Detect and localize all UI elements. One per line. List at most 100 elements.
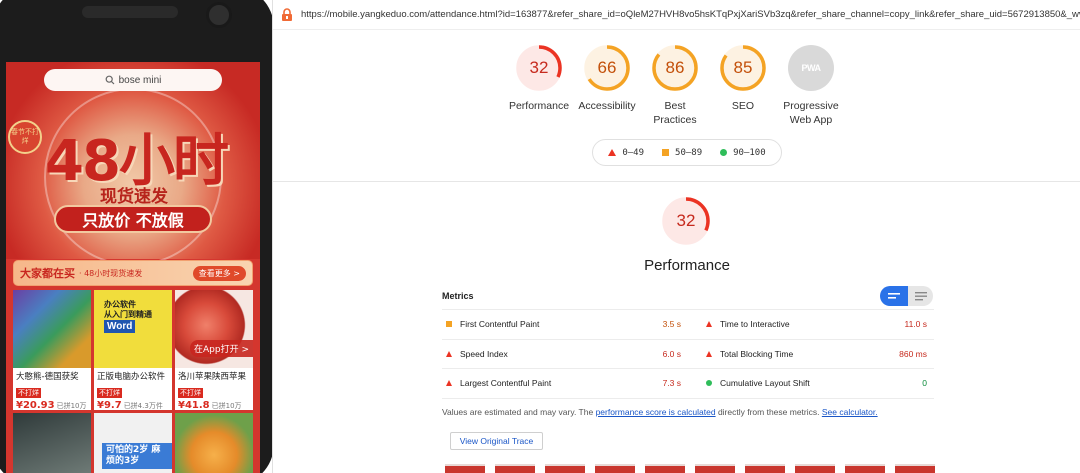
camera-icon	[206, 2, 232, 28]
filmstrip-frame	[895, 464, 935, 473]
product-sold-count: 已拼4.3万件	[123, 402, 163, 410]
score-legend: 0–49 50–89 90–100	[592, 139, 782, 166]
gauge-label: Best Practices	[653, 100, 697, 126]
product-image-oranges	[175, 413, 253, 473]
phone-speaker	[82, 6, 178, 18]
compact-view-button[interactable]	[880, 286, 908, 306]
product-grid: 大憨熊-德国获奖 不打烊 ¥20.93 已拼10万+件 办公软件从入门到精通 W…	[13, 290, 253, 410]
pwa-badge-icon: PWA	[788, 45, 834, 91]
filmstrip-frame	[645, 464, 685, 473]
gauge-label: Performance	[508, 100, 570, 112]
filmstrip-frame	[845, 464, 885, 473]
metric-speed-index[interactable]: Speed Index 6.0 s	[442, 340, 688, 369]
product-card[interactable]: 办公软件 从入门到精通 Word 正版电脑办公软件 不打烊 ¥9.7 已拼4.3万…	[94, 290, 172, 410]
legend-pass-range: 90–100	[733, 147, 766, 158]
metric-largest-contentful-paint[interactable]: Largest Contentful Paint 7.3 s	[442, 369, 688, 398]
banner-subline: 现货速发	[100, 187, 168, 207]
average-square-icon	[662, 149, 670, 156]
product-image-books	[13, 290, 91, 368]
product-card[interactable]: 在App打开 > 洛川苹果陕西苹果 不打烊 ¥41.8 已拼10万+件	[175, 290, 253, 410]
metrics-table: First Contentful Paint 3.5 s Time to Int…	[442, 309, 934, 399]
metric-label: Total Blocking Time	[720, 348, 794, 359]
gauge-seo[interactable]: 85 SEO	[709, 44, 777, 127]
product-card[interactable]	[175, 413, 253, 473]
product-image-phone	[13, 413, 91, 473]
product-card[interactable]: 可怕的2岁 麻烦的3岁	[94, 413, 172, 473]
metric-first-contentful-paint[interactable]: First Contentful Paint 3.5 s	[442, 310, 688, 339]
expanded-list-icon	[914, 291, 927, 300]
metric-label: First Contentful Paint	[460, 319, 540, 330]
metrics-row: Speed Index 6.0 s Total Blocking Time 86…	[442, 338, 934, 369]
metric-label: Cumulative Layout Shift	[720, 378, 810, 389]
product-price-row: ¥9.7 已拼4.3万件	[94, 400, 172, 410]
product-price: ¥9.7	[97, 400, 122, 410]
metric-time-to-interactive[interactable]: Time to Interactive 11.0 s	[688, 310, 934, 339]
legend-fail-range: 0–49	[622, 147, 645, 158]
filmstrip-frame	[595, 464, 635, 473]
metric-value: 6.0 s	[662, 348, 681, 359]
view-original-trace-button[interactable]: View Original Trace	[450, 432, 543, 450]
product-image-parenting-book: 可怕的2岁 麻烦的3岁	[94, 413, 172, 473]
metrics-view-toggle[interactable]	[880, 286, 933, 306]
metrics-row: Largest Contentful Paint 7.3 s Cumulativ…	[442, 368, 934, 398]
cover-text: 办公软件 从入门到精通	[104, 300, 152, 319]
gauge-score: 86	[665, 58, 685, 77]
product-image-apples: 在App打开 >	[175, 290, 253, 368]
see-calculator-link[interactable]: See calculator.	[822, 407, 878, 417]
metric-value: 7.3 s	[662, 378, 681, 389]
fail-triangle-icon	[706, 321, 712, 328]
gauge-best-practices[interactable]: 86 Best Practices	[641, 44, 709, 127]
score-calculated-link[interactable]: performance score is calculated	[596, 407, 716, 417]
pass-circle-icon	[720, 149, 728, 156]
page-url[interactable]: https://mobile.yangkeduo.com/attendance.…	[301, 9, 1080, 20]
gauge-label: SEO	[731, 100, 755, 112]
open-in-app-button[interactable]: 在App打开 >	[190, 340, 253, 357]
filmstrip	[445, 464, 935, 473]
product-title: 正版电脑办公软件	[97, 372, 166, 382]
filmstrip-frame	[545, 464, 585, 473]
metrics-row: First Contentful Paint 3.5 s Time to Int…	[442, 309, 934, 339]
screen-root: bose mini 春节不打烊 48小时 现货速发 只放价 不放假 大家都在买 …	[0, 0, 1080, 473]
filmstrip-frame	[695, 464, 735, 473]
rating-icon	[703, 380, 715, 387]
product-sold-count: 已拼10万+件	[211, 402, 242, 410]
gauge-accessibility[interactable]: 66 Accessibility	[573, 44, 641, 127]
performance-title: Performance	[644, 257, 730, 274]
metric-label: Time to Interactive	[720, 319, 790, 330]
gauge-performance[interactable]: 32 Performance	[505, 44, 573, 127]
search-bar[interactable]: bose mini	[44, 69, 222, 91]
product-tag: 不打烊	[16, 388, 41, 398]
product-price: ¥41.8	[178, 400, 210, 410]
phone-screen: bose mini 春节不打烊 48小时 现货速发 只放价 不放假 大家都在买 …	[6, 62, 260, 473]
promo-banner[interactable]: bose mini 春节不打烊 48小时 现货速发 只放价 不放假	[6, 62, 260, 266]
metric-cumulative-layout-shift[interactable]: Cumulative Layout Shift 0	[688, 369, 934, 398]
url-bar[interactable]: https://mobile.yangkeduo.com/attendance.…	[273, 0, 1080, 30]
metrics-heading: Metrics	[442, 291, 474, 301]
filmstrip-frame	[795, 464, 835, 473]
note-text: directly from these metrics.	[715, 407, 822, 417]
product-card[interactable]	[13, 413, 91, 473]
category-gauges: 32 Performance 66 Accessibility 86 Best …	[505, 44, 845, 127]
filmstrip-frame	[745, 464, 785, 473]
fail-triangle-icon	[446, 380, 452, 387]
lighthouse-icon	[282, 7, 292, 21]
gauge-score: 85	[733, 58, 753, 77]
fail-triangle-icon	[446, 350, 452, 357]
product-card[interactable]: 大憨熊-德国获奖 不打烊 ¥20.93 已拼10万+件	[13, 290, 91, 410]
product-image-software-book: 办公软件 从入门到精通 Word	[94, 290, 172, 368]
see-more-button[interactable]: 查看更多 >	[192, 265, 246, 281]
filmstrip-frame	[445, 464, 485, 473]
search-icon	[105, 75, 115, 85]
metric-value: 0	[922, 378, 927, 389]
average-square-icon	[446, 321, 452, 328]
legend-average-range: 50–89	[675, 147, 703, 158]
metric-total-blocking-time[interactable]: Total Blocking Time 860 ms	[688, 340, 934, 369]
gauge-pwa[interactable]: PWA Progressive Web App	[777, 44, 845, 127]
product-sold-count: 已拼10万+件	[56, 402, 87, 410]
score-gauge: 86	[651, 44, 699, 92]
banner-ribbon: 只放价 不放假	[54, 205, 212, 233]
gauge-score: 66	[597, 58, 617, 77]
note-text: Values are estimated and may vary. The	[442, 407, 596, 417]
expanded-view-button[interactable]	[908, 286, 933, 306]
performance-score-gauge: 32	[661, 196, 711, 246]
